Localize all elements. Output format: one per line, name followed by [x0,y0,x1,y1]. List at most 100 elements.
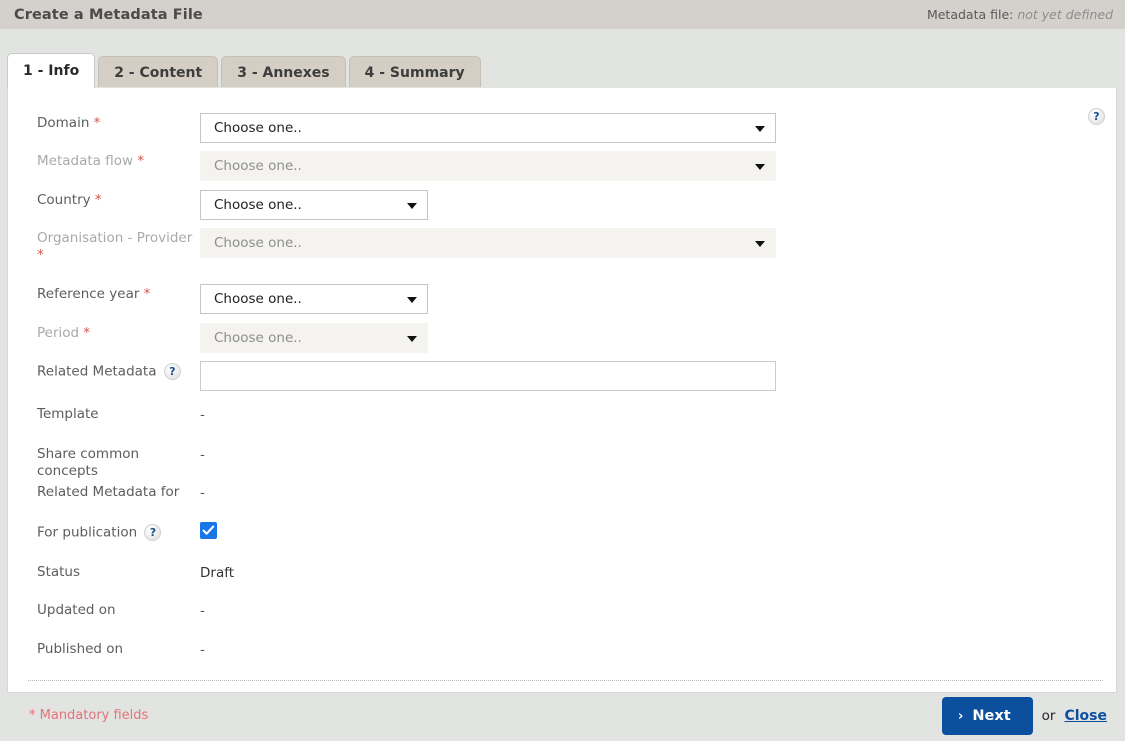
label-text: Metadata flow [37,153,134,169]
label-related-metadata: Related Metadata ? [8,361,200,381]
form-row-share-common-concepts: Share common concepts - [8,444,1116,480]
form-row-related-metadata-for: Related Metadata for - [8,482,1116,503]
value-published-on: - [200,642,205,658]
tab-3-annexes[interactable]: 3 - Annexes [221,56,346,88]
label-for-publication: For publication ? [8,522,200,542]
select-reference-year[interactable]: Choose one.. [200,284,428,314]
close-link[interactable]: Close [1064,708,1107,724]
label-text: Domain [37,115,90,131]
select-metadata-flow: Choose one.. [200,151,776,181]
tab-4-summary[interactable]: 4 - Summary [348,56,481,88]
or-separator-label: or [1041,708,1056,724]
label-text: Reference year [37,286,140,302]
metadata-file-status: Metadata file: not yet defined [927,7,1113,22]
form-row-reference-year: Reference year * Choose one.. [8,284,1116,314]
label-updated-on: Updated on [8,600,200,619]
chevron-down-icon [407,203,417,209]
next-button-label: Next [972,708,1011,724]
label-text: Organisation - Provider [37,230,193,246]
label-reference-year: Reference year * [8,284,200,303]
page-title: Create a Metadata File [14,6,203,23]
form-row-organisation-provider: Organisation - Provider * Choose one.. [8,228,1116,264]
field-related-metadata [200,361,776,391]
select-value: Choose one.. [214,158,302,174]
label-share-common-concepts: Share common concepts [8,444,200,480]
footer-actions: › Next or Close [942,697,1107,735]
mandatory-fields-note: * Mandatory fields [29,708,149,723]
select-value: Choose one.. [214,291,302,307]
form-row-template: Template - [8,404,1116,425]
metadata-file-value: not yet defined [1017,7,1113,22]
value-status: Draft [200,565,235,581]
label-text: Template [37,406,99,422]
label-text: Country [37,192,91,208]
form-row-published-on: Published on - [8,639,1116,660]
wizard-footer: * Mandatory fields › Next or Close [7,693,1117,741]
tab-panel-info: ? Domain * Choose one.. Metadata flow * Cho… [7,88,1117,693]
label-status: Status [8,562,200,581]
label-text: Status [37,564,81,580]
field-template: - [200,404,205,425]
value-template: - [200,407,205,423]
select-period: Choose one.. [200,323,428,353]
required-asterisk: * [37,247,44,263]
form-row-period: Period * Choose one.. [8,323,1116,353]
label-text: For publication [37,524,138,541]
label-published-on: Published on [8,639,200,658]
required-asterisk: * [79,325,91,341]
chevron-down-icon [755,164,765,170]
select-country[interactable]: Choose one.. [200,190,428,220]
label-text: Period [37,325,80,341]
window-titlebar: Create a Metadata File Metadata file: no… [0,0,1125,29]
value-updated-on: - [200,603,205,619]
tab-1-info[interactable]: 1 - Info [7,53,96,88]
value-related-metadata-for: - [200,485,205,501]
field-domain: Choose one.. [200,113,776,143]
footer-divider [28,680,1103,681]
form-row-related-metadata: Related Metadata ? [8,361,1116,391]
label-metadata-flow: Metadata flow * [8,151,200,170]
label-text: Published on [37,641,124,657]
label-text: Related Metadata for [37,484,180,500]
required-asterisk: * [89,115,101,131]
field-organisation-provider: Choose one.. [200,228,776,258]
select-organisation-provider: Choose one.. [200,228,776,258]
form-row-domain: Domain * Choose one.. [8,113,1116,143]
form-row-for-publication: For publication ? [8,522,1116,542]
label-related-metadata-for: Related Metadata for [8,482,200,501]
checkbox-for-publication[interactable] [200,522,217,539]
field-published-on: - [200,639,205,660]
chevron-down-icon [755,241,765,247]
label-template: Template [8,404,200,423]
input-related-metadata[interactable] [200,361,776,391]
select-value: Choose one.. [214,330,302,346]
select-value: Choose one.. [214,235,302,251]
field-metadata-flow: Choose one.. [200,151,776,181]
label-country: Country * [8,190,200,209]
form-row-metadata-flow: Metadata flow * Choose one.. [8,151,1116,181]
select-value: Choose one.. [214,120,302,136]
label-text: Share common concepts [37,446,140,479]
form-row-country: Country * Choose one.. [8,190,1116,220]
create-metadata-file-page: Create a Metadata File Metadata file: no… [0,0,1125,741]
field-country: Choose one.. [200,190,428,220]
chevron-down-icon [755,126,765,132]
wizard-tabstrip: 1 - Info 2 - Content 3 - Annexes 4 - Summar… [0,29,1125,88]
required-asterisk: * [90,192,102,208]
tab-2-content[interactable]: 2 - Content [98,56,219,88]
form-row-status: Status Draft [8,562,1116,583]
field-status: Draft [200,562,234,583]
value-share-common-concepts: - [200,447,205,463]
chevron-right-icon: › [958,708,964,724]
label-organisation-provider: Organisation - Provider * [8,228,200,264]
next-button[interactable]: › Next [942,697,1033,735]
select-domain[interactable]: Choose one.. [200,113,776,143]
label-text: Related Metadata [37,363,157,380]
help-icon[interactable]: ? [163,363,181,380]
metadata-file-label: Metadata file: [926,7,1014,22]
field-related-metadata-for: - [200,482,205,503]
label-domain: Domain * [8,113,200,132]
label-period: Period * [8,323,200,342]
form-row-updated-on: Updated on - [8,600,1116,621]
help-icon[interactable]: ? [144,524,162,541]
